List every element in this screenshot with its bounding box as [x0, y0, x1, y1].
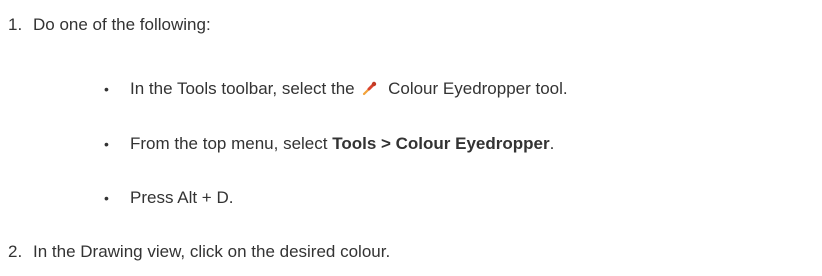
step-1: 1. Do one of the following:	[8, 14, 211, 36]
bullet-icon: •	[104, 81, 109, 97]
step-2-text: In the Drawing view, click on the desire…	[33, 242, 391, 261]
option-menu: From the top menu, select Tools > Colour…	[130, 133, 554, 155]
option-toolbar: In the Tools toolbar, select the Colour …	[130, 78, 568, 100]
eyedropper-icon	[361, 79, 379, 97]
option-toolbar-tool-name: Colour Eyedropper tool.	[388, 79, 568, 98]
bullet-icon: •	[104, 136, 109, 152]
option-menu-path: Tools > Colour Eyedropper	[332, 134, 550, 153]
option-menu-text: From the top menu, select	[130, 134, 333, 153]
option-menu-period: .	[549, 134, 555, 153]
step-2-number: 2.	[8, 242, 23, 261]
option-toolbar-text: In the Tools toolbar, select the	[130, 79, 355, 98]
step-1-number: 1.	[8, 15, 23, 34]
bullet-icon: •	[104, 190, 109, 206]
option-shortcut: Press Alt + D.	[130, 187, 233, 209]
step-1-text: Do one of the following:	[33, 15, 211, 34]
option-shortcut-text: Press Alt + D.	[130, 188, 234, 207]
step-2: 2. In the Drawing view, click on the desi…	[8, 241, 390, 263]
